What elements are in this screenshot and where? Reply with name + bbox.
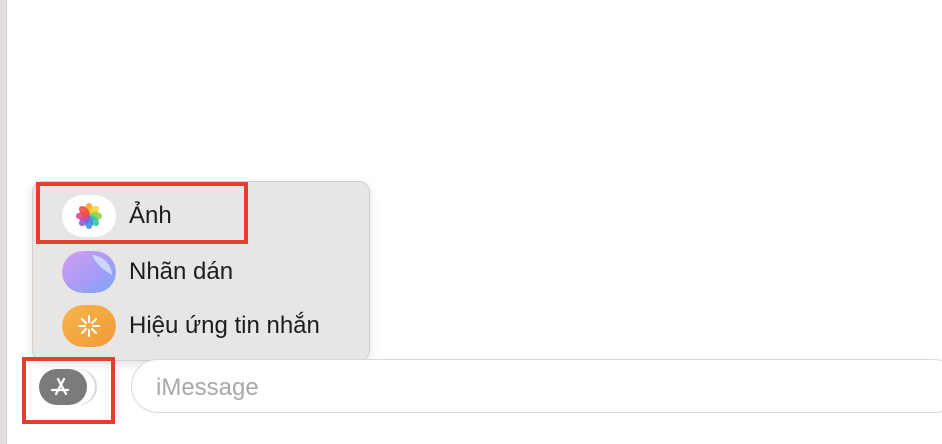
- app-store-icon: [39, 369, 97, 405]
- menu-item-label: Ảnh: [129, 202, 172, 229]
- message-effects-icon: [62, 305, 116, 347]
- menu-item-message-effects[interactable]: Hiệu ứng tin nhắn: [33, 302, 371, 350]
- menu-item-stickers[interactable]: Nhãn dán: [33, 248, 371, 296]
- menu-item-label: Nhãn dán: [129, 258, 234, 285]
- stickers-icon: [62, 251, 116, 293]
- menu-item-label: Hiệu ứng tin nhắn: [129, 312, 320, 339]
- photos-icon: [62, 195, 116, 237]
- window-left-edge: [0, 0, 7, 444]
- apps-popup-menu: Ảnh Nhãn dán Hiệu ứng tin nhắn: [32, 181, 370, 361]
- apps-button[interactable]: [37, 367, 97, 407]
- menu-item-photos[interactable]: Ảnh: [33, 192, 371, 240]
- imessage-input[interactable]: [154, 372, 918, 404]
- message-input-field[interactable]: [131, 359, 942, 413]
